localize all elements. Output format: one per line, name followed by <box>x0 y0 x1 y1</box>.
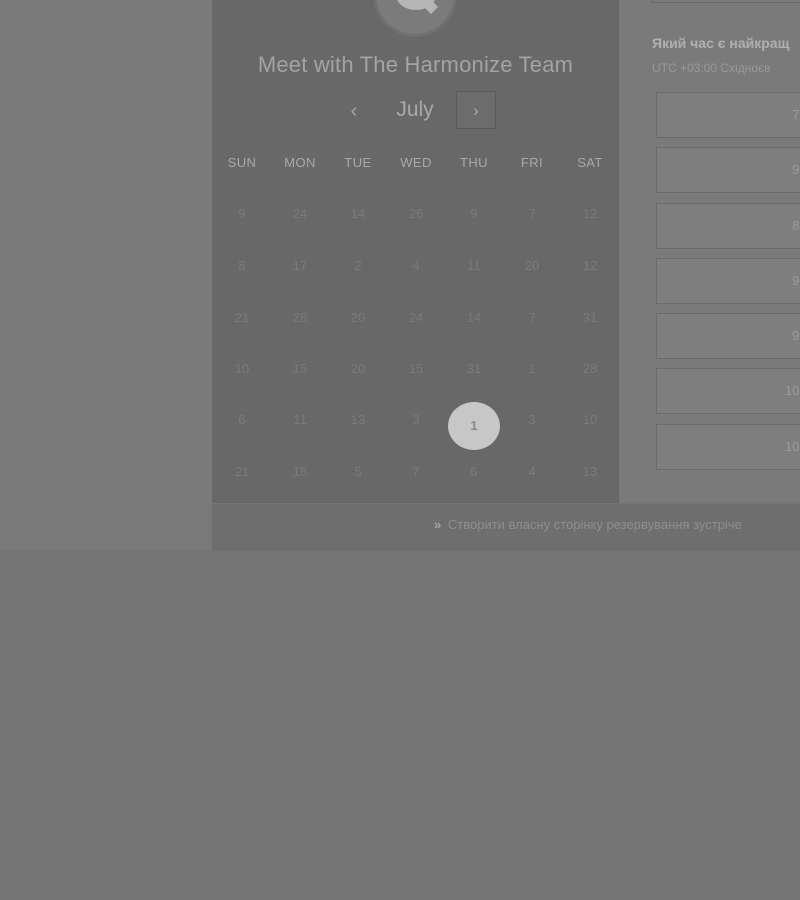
weekday-sat: SAT <box>577 155 603 170</box>
calendar-day[interactable]: 28 <box>274 300 326 336</box>
weekday-thu: THU <box>460 155 488 170</box>
calendar-day[interactable]: 14 <box>448 300 500 336</box>
time-slot-button[interactable]: 9: <box>656 147 800 193</box>
create-booking-page-link[interactable]: » Створити власну сторінку резервування … <box>434 517 742 532</box>
calendar-day[interactable]: 5 <box>332 454 384 490</box>
time-slot-label: 9: <box>792 162 800 177</box>
top-field-outline <box>652 0 800 3</box>
page-title: Meet with The Harmonize Team <box>257 52 574 77</box>
calendar-day[interactable]: 24 <box>390 300 442 336</box>
calendar-day[interactable]: 3 <box>506 402 558 438</box>
weekday-sun: SUN <box>227 155 257 170</box>
calendar-day[interactable]: 1 <box>506 351 558 387</box>
weekday-wed: WED <box>400 155 432 170</box>
time-slot-button[interactable]: 10: <box>656 368 800 414</box>
calendar-day[interactable]: 2 <box>332 248 384 284</box>
time-slot-label: 9: <box>792 273 800 288</box>
logo-text: ... <box>406 0 421 2</box>
calendar-day[interactable]: 6 <box>216 402 268 438</box>
calendar-day[interactable]: 8 <box>216 248 268 284</box>
calendar-day[interactable]: 9 <box>216 196 268 232</box>
time-question: Який час є найкращ <box>652 35 790 51</box>
previous-month-button[interactable]: ‹ <box>340 95 368 125</box>
time-slot-label: 8: <box>792 218 800 233</box>
calendar-day[interactable]: 13 <box>332 402 384 438</box>
calendar-day[interactable]: 20 <box>332 300 384 336</box>
left-gutter <box>0 0 212 503</box>
calendar-day[interactable]: 9 <box>448 196 500 232</box>
calendar-day[interactable]: 7 <box>506 196 558 232</box>
time-slot-button[interactable]: 10: <box>656 424 800 470</box>
weekday-fri: FRI <box>520 155 544 170</box>
calendar-day[interactable]: 11 <box>448 248 500 284</box>
team-logo: ... <box>376 0 454 34</box>
calendar-day[interactable]: 17 <box>274 248 326 284</box>
time-slot-label: 7: <box>792 107 800 122</box>
time-slot-button[interactable]: 9: <box>656 258 800 304</box>
calendar-day[interactable]: 4 <box>390 248 442 284</box>
calendar-day[interactable]: 6 <box>448 454 500 490</box>
calendar-day[interactable]: 7 <box>506 300 558 336</box>
time-selection-panel: Який час є найкращ UTC +03:00 Східноєв 7… <box>620 0 800 503</box>
time-slot-button[interactable]: 8: <box>656 203 800 249</box>
time-slot-button[interactable]: 9: <box>656 313 800 359</box>
timezone-label: UTC +03:00 Східноєв <box>652 61 771 75</box>
calendar-day[interactable]: 21 <box>216 454 268 490</box>
calendar-day[interactable]: 14 <box>332 196 384 232</box>
calendar-day[interactable]: 15 <box>274 351 326 387</box>
calendar-day[interactable]: 10 <box>216 351 268 387</box>
calendar-day[interactable]: 12 <box>564 196 616 232</box>
calendar-panel: ... Meet with The Harmonize Team ‹ July … <box>212 0 619 503</box>
calendar-day[interactable]: 31 <box>448 351 500 387</box>
calendar-day-selected[interactable]: 1 <box>448 402 500 450</box>
time-slot-label: 10: <box>784 383 800 398</box>
month-label: July <box>396 98 434 121</box>
time-slot-label: 10: <box>784 439 800 454</box>
calendar-day[interactable]: 11 <box>274 402 326 438</box>
calendar-day[interactable]: 13 <box>564 454 616 490</box>
next-month-button[interactable]: › <box>456 91 496 129</box>
weekday-mon: MON <box>284 155 316 170</box>
calendar-day[interactable]: 3 <box>390 402 442 438</box>
calendar-day[interactable]: 10 <box>564 402 616 438</box>
create-booking-page-text: Створити власну сторінку резервування зу… <box>447 517 742 532</box>
double-chevron-icon: » <box>434 517 442 532</box>
time-slot-button[interactable]: 7: <box>656 92 800 138</box>
calendar-day[interactable]: 4 <box>506 454 558 490</box>
calendar-day[interactable]: 20 <box>332 351 384 387</box>
calendar-day[interactable]: 21 <box>216 300 268 336</box>
time-slot-label: 9: <box>792 328 800 343</box>
calendar-day[interactable]: 15 <box>390 351 442 387</box>
calendar-day[interactable]: 20 <box>506 248 558 284</box>
calendar-day[interactable]: 24 <box>274 196 326 232</box>
calendar-day[interactable]: 31 <box>564 300 616 336</box>
calendar-day[interactable]: 12 <box>564 248 616 284</box>
calendar-day[interactable]: 18 <box>274 454 326 490</box>
weekday-tue: TUE <box>344 155 372 170</box>
calendar-day[interactable]: 28 <box>564 351 616 387</box>
footer-bar: » Створити власну сторінку резервування … <box>212 503 800 551</box>
calendar-day[interactable]: 26 <box>390 196 442 232</box>
calendar-day[interactable]: 7 <box>390 454 442 490</box>
